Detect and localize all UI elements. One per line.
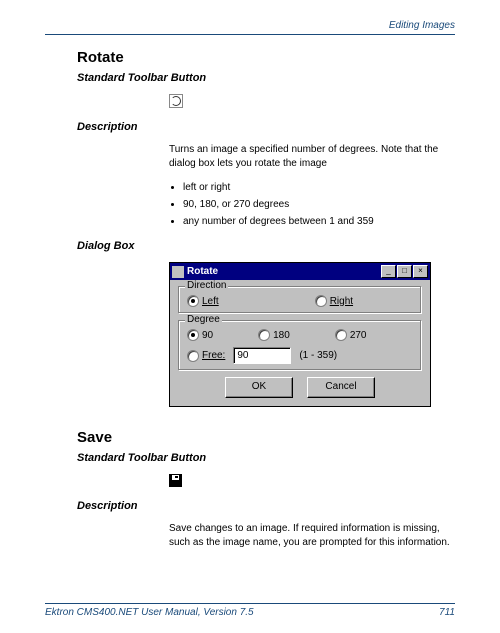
rotate-icon <box>169 94 183 108</box>
dialog-body: Direction Left Right Degree <box>170 280 430 406</box>
direction-row: Left Right <box>187 295 413 307</box>
header-section-name: Editing Images <box>389 20 455 31</box>
degree-free-row: Free: 90 (1 - 359) <box>187 347 413 364</box>
direction-left-option[interactable]: Left <box>187 295 219 307</box>
page-header: Editing Images <box>45 20 455 35</box>
radio-icon <box>258 329 270 341</box>
degree-180-option[interactable]: 180 <box>258 329 290 341</box>
degree-group: Degree 90 180 270 <box>178 320 422 371</box>
save-title: Save <box>45 429 455 446</box>
radio-icon <box>187 295 199 307</box>
save-toolbar-heading: Standard Toolbar Button <box>45 452 455 464</box>
footer-page-number: 711 <box>439 607 455 618</box>
direction-right-label: Right <box>330 296 353 307</box>
dialog-titlebar[interactable]: Rotate _ □ × <box>170 263 430 280</box>
rotate-bullets: left or right 90, 180, or 270 degrees an… <box>169 179 455 230</box>
radio-icon <box>315 295 327 307</box>
save-icon <box>169 474 182 487</box>
rotate-dialog: Rotate _ □ × Direction Left Right <box>169 262 431 407</box>
direction-group: Direction Left Right <box>178 286 422 314</box>
degree-270-label: 270 <box>350 330 367 341</box>
save-toolbar-icon-wrap <box>169 474 455 490</box>
rotate-toolbar-icon-wrap <box>169 94 455 111</box>
radio-icon <box>187 350 199 362</box>
radio-icon <box>335 329 347 341</box>
degree-free-option[interactable]: Free: <box>187 350 225 362</box>
degree-legend: Degree <box>185 314 222 325</box>
radio-icon <box>187 329 199 341</box>
dialog-button-row: OK Cancel <box>178 377 422 398</box>
rotate-toolbar-heading: Standard Toolbar Button <box>45 72 455 84</box>
rotate-title: Rotate <box>45 49 455 66</box>
dialog-system-icon <box>172 266 184 278</box>
cancel-button[interactable]: Cancel <box>307 377 375 398</box>
ok-button[interactable]: OK <box>225 377 293 398</box>
save-description-heading: Description <box>45 500 455 512</box>
dialog-title: Rotate <box>187 266 380 277</box>
rotate-description-heading: Description <box>45 121 455 133</box>
list-item: 90, 180, or 270 degrees <box>183 196 455 213</box>
degree-180-label: 180 <box>273 330 290 341</box>
degree-fixed-row: 90 180 270 <box>187 329 413 341</box>
degree-range: (1 - 359) <box>299 350 337 361</box>
save-description-text: Save changes to an image. If required in… <box>169 522 455 550</box>
manual-page: Editing Images Rotate Standard Toolbar B… <box>0 0 500 633</box>
degree-270-option[interactable]: 270 <box>335 329 367 341</box>
rotate-description-text: Turns an image a specified number of deg… <box>169 143 455 171</box>
minimize-button[interactable]: _ <box>381 265 396 278</box>
degree-free-label: Free: <box>202 350 225 361</box>
direction-legend: Direction <box>185 280 228 291</box>
dialog-box-heading: Dialog Box <box>45 240 455 252</box>
list-item: any number of degrees between 1 and 359 <box>183 213 455 230</box>
list-item: left or right <box>183 179 455 196</box>
degree-90-label: 90 <box>202 330 213 341</box>
maximize-button[interactable]: □ <box>397 265 412 278</box>
degree-90-option[interactable]: 90 <box>187 329 213 341</box>
direction-right-option[interactable]: Right <box>315 295 353 307</box>
footer-manual: Ektron CMS400.NET User Manual, Version 7… <box>45 607 254 618</box>
rotate-dialog-wrap: Rotate _ □ × Direction Left Right <box>169 262 455 407</box>
degree-free-input[interactable]: 90 <box>233 347 291 364</box>
close-button[interactable]: × <box>413 265 428 278</box>
page-footer: Ektron CMS400.NET User Manual, Version 7… <box>45 603 455 618</box>
direction-left-label: Left <box>202 296 219 307</box>
